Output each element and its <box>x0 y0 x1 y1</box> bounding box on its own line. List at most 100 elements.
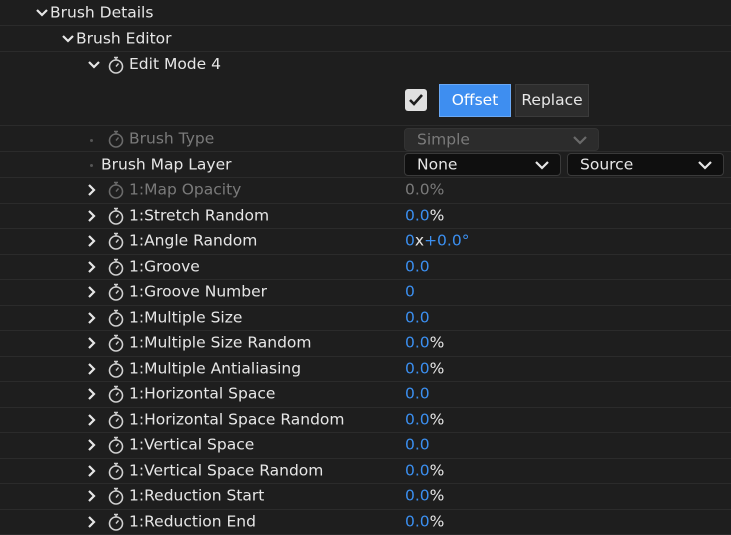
property-row[interactable]: 1:Horizontal Space Random0.0% <box>0 408 731 434</box>
source-value: Source <box>580 155 633 173</box>
stopwatch-icon[interactable] <box>106 333 126 353</box>
value-number[interactable]: 0.0 <box>405 461 430 479</box>
property-label: 1:Reduction Start <box>129 487 264 505</box>
property-value: 0.0% <box>405 181 444 199</box>
chevron-right-icon[interactable] <box>84 209 98 223</box>
checkmark-icon <box>408 93 424 107</box>
property-value[interactable]: 0 <box>405 283 415 301</box>
stopwatch-icon[interactable] <box>106 308 126 328</box>
value-unit: % <box>430 410 445 428</box>
chevron-down-icon <box>697 159 713 171</box>
brush-editor-row[interactable]: Brush Editor <box>0 26 731 52</box>
property-value[interactable]: 0.0% <box>405 487 444 505</box>
property-row[interactable]: 1:Reduction Start 0.0% <box>0 484 731 510</box>
chevron-right-icon[interactable] <box>84 336 98 350</box>
property-label: 1:Stretch Random <box>129 206 269 224</box>
value-separator: x <box>415 232 424 250</box>
value-number[interactable]: 0.0 <box>405 257 430 275</box>
stopwatch-icon[interactable] <box>106 486 126 506</box>
value-number[interactable]: 0.0 <box>405 512 430 530</box>
value-number[interactable]: 0.0 <box>405 436 430 454</box>
property-value[interactable]: 0.0% <box>405 206 444 224</box>
chevron-right-icon[interactable] <box>84 183 98 197</box>
stopwatch-icon[interactable] <box>106 282 126 302</box>
value-number-secondary[interactable]: +0.0° <box>424 232 469 250</box>
stopwatch-icon[interactable] <box>106 410 126 430</box>
chevron-right-icon[interactable] <box>84 311 98 325</box>
value-number[interactable]: 0.0 <box>405 334 430 352</box>
value-number[interactable]: 0 <box>405 232 415 250</box>
property-row[interactable]: 1:Angle Random0x+0.0° <box>0 229 731 255</box>
property-value[interactable]: 0.0% <box>405 410 444 428</box>
property-row[interactable]: 1:Stretch Random 0.0% <box>0 204 731 230</box>
value-unit: % <box>430 181 445 199</box>
property-value[interactable]: 0.0% <box>405 512 444 530</box>
property-value[interactable]: 0.0 <box>405 257 430 275</box>
replace-button[interactable]: Replace <box>515 84 589 117</box>
property-label: 1:Map Opacity <box>129 181 241 199</box>
chevron-right-icon[interactable] <box>84 413 98 427</box>
value-unit: % <box>430 461 445 479</box>
brush-map-layer-dropdown[interactable]: None <box>404 153 561 176</box>
chevron-right-icon[interactable] <box>84 260 98 274</box>
property-label: 1:Multiple Size Random <box>129 334 312 352</box>
stopwatch-icon[interactable] <box>106 231 126 251</box>
value-number[interactable]: 0.0 <box>405 206 430 224</box>
stopwatch-icon[interactable] <box>106 359 126 379</box>
chevron-down-icon <box>572 134 588 146</box>
stopwatch-icon[interactable] <box>106 206 126 226</box>
chevron-down-icon[interactable] <box>87 58 101 72</box>
brush-map-source-dropdown[interactable]: Source <box>567 153 724 176</box>
chevron-right-icon[interactable] <box>84 489 98 503</box>
property-row[interactable]: 1:Groove0.0 <box>0 255 731 281</box>
value-number[interactable]: 0.0 <box>405 308 430 326</box>
stopwatch-icon[interactable] <box>106 55 126 75</box>
property-row[interactable]: 1:Reduction End 0.0% <box>0 510 731 535</box>
stopwatch-icon[interactable] <box>106 435 126 455</box>
chevron-right-icon[interactable] <box>84 464 98 478</box>
value-number[interactable]: 0 <box>405 283 415 301</box>
brush-details-row[interactable]: Brush Details <box>0 0 731 26</box>
bullet-dot <box>90 164 93 167</box>
value-number[interactable]: 0.0 <box>405 385 430 403</box>
chevron-right-icon[interactable] <box>84 234 98 248</box>
property-row[interactable]: 1:Groove Number0 <box>0 280 731 306</box>
property-label: 1:Vertical Space <box>129 436 254 454</box>
stopwatch-icon[interactable] <box>106 461 126 481</box>
chevron-right-icon[interactable] <box>84 362 98 376</box>
value-number[interactable]: 0.0 <box>405 410 430 428</box>
property-row[interactable]: 1:Multiple Size Random 0.0% <box>0 331 731 357</box>
chevron-right-icon[interactable] <box>84 438 98 452</box>
chevron-right-icon[interactable] <box>84 285 98 299</box>
value-number[interactable]: 0.0 <box>405 359 430 377</box>
property-value[interactable]: 0x+0.0° <box>405 232 469 250</box>
property-row[interactable]: 1:Multiple Antialiasing 0.0% <box>0 357 731 383</box>
chevron-right-icon[interactable] <box>84 515 98 529</box>
stopwatch-icon[interactable] <box>106 257 126 277</box>
property-row[interactable]: 1:Vertical Space 0.0 <box>0 433 731 459</box>
chevron-down-icon[interactable] <box>61 32 75 46</box>
property-value[interactable]: 0.0 <box>405 436 430 454</box>
property-value[interactable]: 0.0 <box>405 308 430 326</box>
offset-button[interactable]: Offset <box>439 84 511 117</box>
stopwatch-icon[interactable] <box>106 384 126 404</box>
value-unit: % <box>430 512 445 530</box>
brush-type-row: Brush Type Simple <box>0 127 731 152</box>
edit-mode-row[interactable]: Edit Mode 4 <box>0 52 731 126</box>
property-label: 1:Multiple Antialiasing <box>129 359 301 377</box>
property-label: 1:Horizontal Space <box>129 385 275 403</box>
property-row[interactable]: 1:Multiple Size0.0 <box>0 306 731 332</box>
property-row[interactable]: 1:Horizontal Space 0.0 <box>0 382 731 408</box>
offset-checkbox[interactable] <box>405 89 427 111</box>
property-row[interactable]: 1:Vertical Space Random0.0% <box>0 459 731 485</box>
property-value[interactable]: 0.0% <box>405 334 444 352</box>
chevron-right-icon[interactable] <box>84 387 98 401</box>
brush-type-label: Brush Type <box>129 130 214 148</box>
property-value[interactable]: 0.0 <box>405 385 430 403</box>
property-value[interactable]: 0.0% <box>405 359 444 377</box>
chevron-down-icon[interactable] <box>35 6 49 20</box>
property-label: 1:Reduction End <box>129 512 256 530</box>
value-number[interactable]: 0.0 <box>405 487 430 505</box>
property-value[interactable]: 0.0% <box>405 461 444 479</box>
stopwatch-icon[interactable] <box>106 512 126 532</box>
